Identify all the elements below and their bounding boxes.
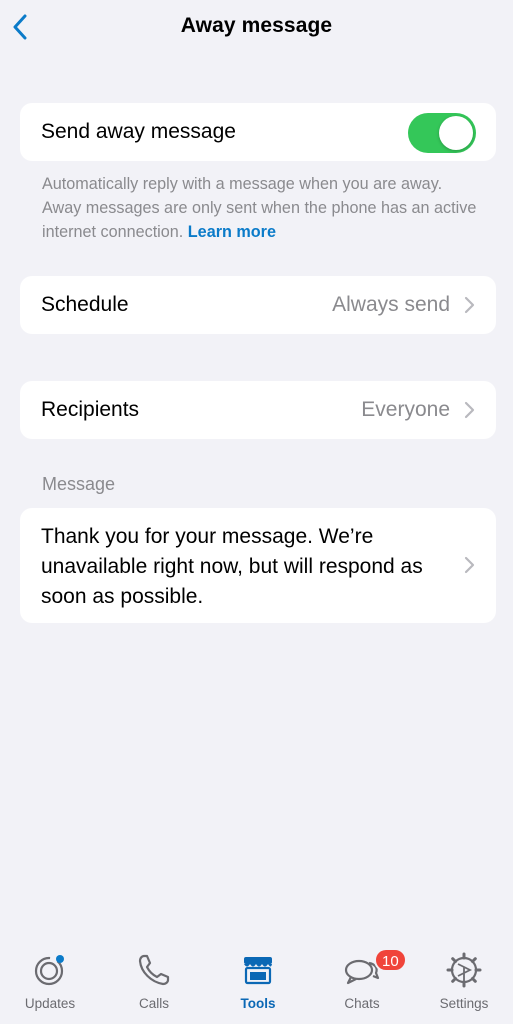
page-title: Away message xyxy=(180,14,333,37)
chats-unread-badge: 10 xyxy=(374,948,407,972)
message-section-label: Message xyxy=(42,474,116,494)
tab-label: Chats xyxy=(344,996,380,1011)
tab-settings[interactable]: Settings xyxy=(414,940,513,1024)
toggle-knob xyxy=(439,116,473,150)
recipients-label: Recipients xyxy=(41,398,140,421)
chevron-right-icon xyxy=(464,296,475,314)
tab-label: Settings xyxy=(439,996,489,1011)
tab-bar: Updates Calls Tools 10 Chats Settings xyxy=(0,940,513,1024)
send-away-message-row: Send away message xyxy=(20,103,496,161)
chevron-right-icon xyxy=(464,401,475,419)
storefront-icon xyxy=(244,957,272,985)
tab-label: Calls xyxy=(138,996,169,1011)
phone-icon xyxy=(138,954,170,986)
recipients-row[interactable]: Recipients Everyone xyxy=(20,381,496,439)
send-away-message-toggle[interactable] xyxy=(408,113,476,153)
send-away-message-label: Send away message xyxy=(41,120,236,143)
tab-tools[interactable]: Tools xyxy=(208,940,308,1024)
schedule-row[interactable]: Schedule Always send xyxy=(20,276,496,334)
navigation-bar: Away message xyxy=(0,0,513,56)
gear-icon xyxy=(446,952,482,988)
away-message-description: Automatically reply with a message when … xyxy=(42,172,482,244)
tab-label: Updates xyxy=(24,996,76,1011)
tab-updates[interactable]: Updates xyxy=(0,940,100,1024)
tab-calls[interactable]: Calls xyxy=(104,940,204,1024)
recipients-value: Everyone xyxy=(361,398,450,421)
tab-chats[interactable]: 10 Chats xyxy=(312,940,412,1024)
message-row[interactable]: Thank you for your message. We’re unavai… xyxy=(20,508,496,623)
learn-more-link[interactable]: Learn more xyxy=(188,223,276,241)
away-message-text: Thank you for your message. We’re unavai… xyxy=(41,525,423,608)
chevron-right-icon xyxy=(464,556,475,574)
updates-icon xyxy=(34,955,64,986)
tab-label: Tools xyxy=(240,996,276,1011)
schedule-label: Schedule xyxy=(41,293,129,316)
schedule-value: Always send xyxy=(332,293,450,316)
